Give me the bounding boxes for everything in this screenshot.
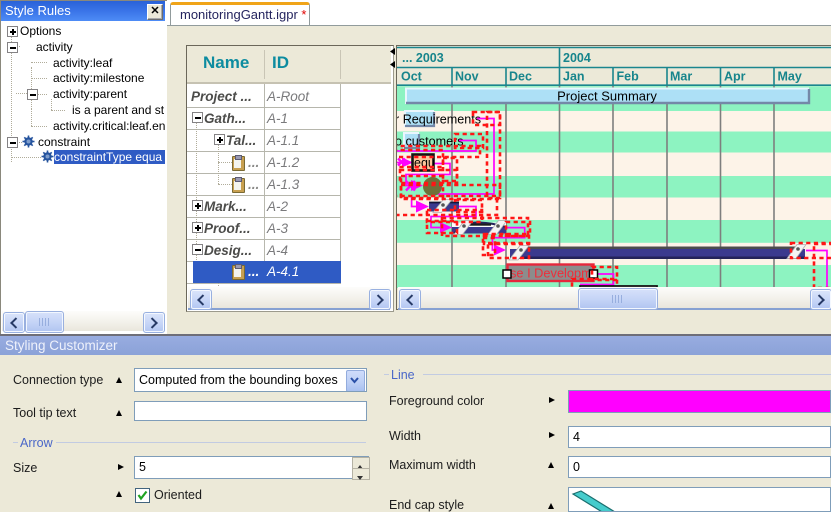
- svg-text:Nov: Nov: [455, 70, 479, 84]
- svg-text:r Requirements: r Requirements: [397, 113, 481, 127]
- svg-text:Dec: Dec: [509, 70, 532, 84]
- svg-text:Apr: Apr: [724, 70, 746, 84]
- svg-text:Feb: Feb: [617, 70, 640, 84]
- svg-text:o customers: o customers: [397, 135, 464, 149]
- svg-text:Jan: Jan: [563, 70, 585, 84]
- svg-text:Oct: Oct: [401, 70, 423, 84]
- svg-text:... 2003: ... 2003: [402, 51, 444, 65]
- svg-text:Project Summary: Project Summary: [557, 89, 657, 104]
- svg-text:2004: 2004: [563, 51, 591, 65]
- svg-text:May: May: [778, 70, 802, 84]
- svg-text:se I Developm: se I Developm: [510, 266, 592, 281]
- svg-text:Mar: Mar: [670, 70, 692, 84]
